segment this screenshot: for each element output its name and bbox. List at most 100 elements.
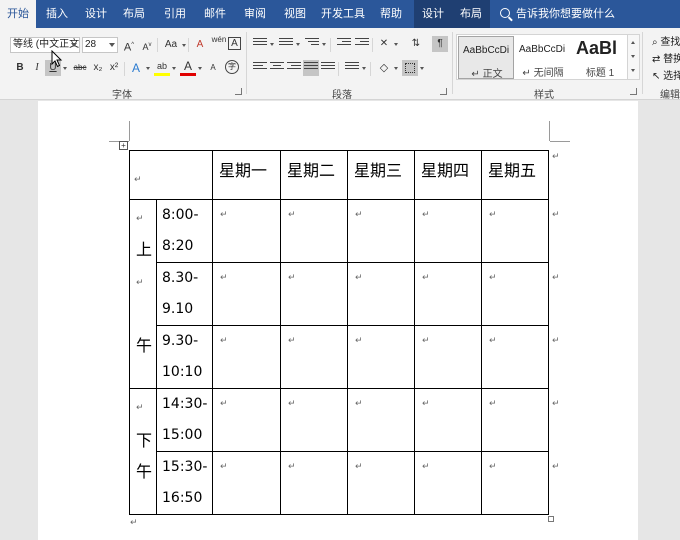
increase-indent-button[interactable] (354, 36, 370, 52)
schedule-cell[interactable]: ↵ (212, 199, 281, 263)
tab-table-layout[interactable]: 布局 (452, 0, 490, 28)
subscript-button[interactable]: x₂ (90, 60, 106, 76)
paragraph-dialog-launcher[interactable] (440, 88, 447, 95)
font-color-button[interactable]: A (180, 58, 196, 76)
enclose-characters-button[interactable]: 字 (225, 60, 239, 74)
select-button[interactable]: ↖ 选择 (652, 67, 680, 82)
change-case-button[interactable]: Aa (161, 37, 181, 53)
justify-button[interactable] (303, 60, 319, 76)
italic-button[interactable]: I (29, 60, 45, 76)
schedule-cell[interactable]: ↵ (347, 325, 415, 389)
grow-font-button[interactable]: A^ (121, 37, 137, 54)
schedule-cell[interactable]: ↵ (212, 388, 281, 452)
tab-table-design[interactable]: 设计 (414, 0, 452, 28)
morning-label-cell[interactable]: ↵ 上 ↵ 午 (129, 199, 157, 389)
style-no-spacing[interactable]: AaBbCcDi ↵ 无间隔 (515, 36, 571, 79)
schedule-cell[interactable]: ↵ (347, 388, 415, 452)
tab-insert[interactable]: 插入 (40, 0, 74, 28)
tab-view[interactable]: 视图 (278, 0, 312, 28)
schedule-cell[interactable]: ↵ (481, 199, 549, 263)
schedule-cell[interactable]: ↵ (347, 199, 415, 263)
schedule-cell[interactable]: ↵ (414, 388, 482, 452)
character-border-button[interactable]: A (228, 37, 241, 50)
schedule-cell[interactable]: ↵ (481, 325, 549, 389)
line-spacing-button[interactable] (344, 60, 360, 76)
strikethrough-button[interactable]: abc (70, 60, 90, 76)
bold-button[interactable]: B (12, 60, 28, 76)
header-cell[interactable]: 星期二 (280, 150, 348, 200)
schedule-cell[interactable]: ↵ (414, 262, 482, 326)
font-size-dropdown[interactable]: 28 (82, 37, 118, 53)
character-shading-button[interactable]: A (205, 60, 221, 76)
text-effects-button[interactable]: A (128, 60, 144, 76)
multilevel-list-button[interactable] (304, 36, 320, 52)
font-dialog-launcher[interactable] (235, 88, 242, 95)
find-button[interactable]: ⌕ 查找 (652, 33, 680, 48)
chinese-layout-button[interactable]: ✕ (376, 36, 392, 52)
schedule-cell[interactable]: ↵ (347, 262, 415, 326)
schedule-cell[interactable]: ↵ (280, 262, 348, 326)
borders-button[interactable] (402, 60, 418, 76)
bullets-button[interactable] (252, 36, 268, 52)
clear-formatting-button[interactable]: A (192, 37, 208, 53)
schedule-cell[interactable]: ↵ (212, 262, 281, 326)
tab-help[interactable]: 帮助 (374, 0, 408, 28)
time-cell[interactable]: 15:30- 16:50 (156, 451, 213, 515)
tab-developer[interactable]: 开发工具 (318, 0, 368, 28)
numbering-button[interactable] (278, 36, 294, 52)
tab-review[interactable]: 审阅 (238, 0, 272, 28)
time-cell[interactable]: 14:30- 15:00 (156, 388, 213, 452)
table-move-handle[interactable]: + (119, 141, 128, 150)
header-cell[interactable]: 星期五 (481, 150, 549, 200)
tab-home[interactable]: 开始 (0, 0, 36, 28)
distributed-button[interactable] (320, 60, 336, 76)
style-normal[interactable]: AaBbCcDi ↵ 正文 (458, 36, 514, 80)
styles-gallery-scroll[interactable] (628, 34, 640, 80)
highlight-button[interactable]: ab (154, 58, 170, 76)
time-cell[interactable]: 8:00- 8:20 (156, 199, 213, 263)
align-center-button[interactable] (269, 60, 285, 76)
superscript-button[interactable]: x² (106, 60, 122, 76)
separator (124, 62, 125, 76)
afternoon-label-cell[interactable]: ↵ 下 午 (129, 388, 157, 515)
paragraph-mark: ↵ (489, 399, 497, 409)
schedule-cell[interactable]: ↵ (414, 451, 482, 515)
replace-button[interactable]: ⇄ 替换 (652, 50, 680, 65)
corner-cell[interactable]: ↵ (129, 150, 213, 200)
styles-dialog-launcher[interactable] (630, 88, 637, 95)
schedule-cell[interactable]: ↵ (481, 262, 549, 326)
schedule-cell[interactable]: ↵ (481, 388, 549, 452)
align-right-button[interactable] (286, 60, 302, 76)
header-cell[interactable]: 星期四 (414, 150, 482, 200)
phonetic-guide-button[interactable]: wén (210, 35, 228, 51)
sort-button[interactable]: ⇅ (408, 36, 424, 52)
schedule-cell[interactable]: ↵ (280, 325, 348, 389)
header-cell[interactable]: 星期三 (347, 150, 415, 200)
tab-design[interactable]: 设计 (80, 0, 112, 28)
schedule-cell[interactable]: ↵ (280, 451, 348, 515)
style-heading-1[interactable]: AaBl 标题 1 (572, 36, 628, 79)
tab-layout[interactable]: 布局 (118, 0, 150, 28)
header-cell[interactable]: 星期一 (212, 150, 281, 200)
schedule-cell[interactable]: ↵ (280, 199, 348, 263)
schedule-cell[interactable]: ↵ (280, 388, 348, 452)
schedule-cell[interactable]: ↵ (481, 451, 549, 515)
decrease-indent-button[interactable] (336, 36, 352, 52)
font-name-dropdown[interactable]: 等线 (中文正文) (10, 37, 80, 53)
table-resize-handle[interactable] (548, 516, 554, 522)
align-left-button[interactable] (252, 60, 268, 76)
schedule-cell[interactable]: ↵ (347, 451, 415, 515)
schedule-cell[interactable]: ↵ (414, 199, 482, 263)
show-formatting-marks-button[interactable]: ¶ (432, 36, 448, 52)
shading-button[interactable]: ◇ (376, 60, 392, 76)
strikethrough-label: abc (73, 63, 87, 72)
shrink-font-button[interactable]: Av (139, 37, 155, 53)
schedule-cell[interactable]: ↵ (212, 451, 281, 515)
schedule-cell[interactable]: ↵ (212, 325, 281, 389)
tell-me-search[interactable]: 告诉我你想要做什么 (500, 0, 615, 28)
time-cell[interactable]: 8.30- 9.10 (156, 262, 213, 326)
schedule-cell[interactable]: ↵ (414, 325, 482, 389)
time-cell[interactable]: 9.30- 10:10 (156, 325, 213, 389)
tab-references[interactable]: 引用 (158, 0, 192, 28)
tab-mailings[interactable]: 邮件 (198, 0, 232, 28)
